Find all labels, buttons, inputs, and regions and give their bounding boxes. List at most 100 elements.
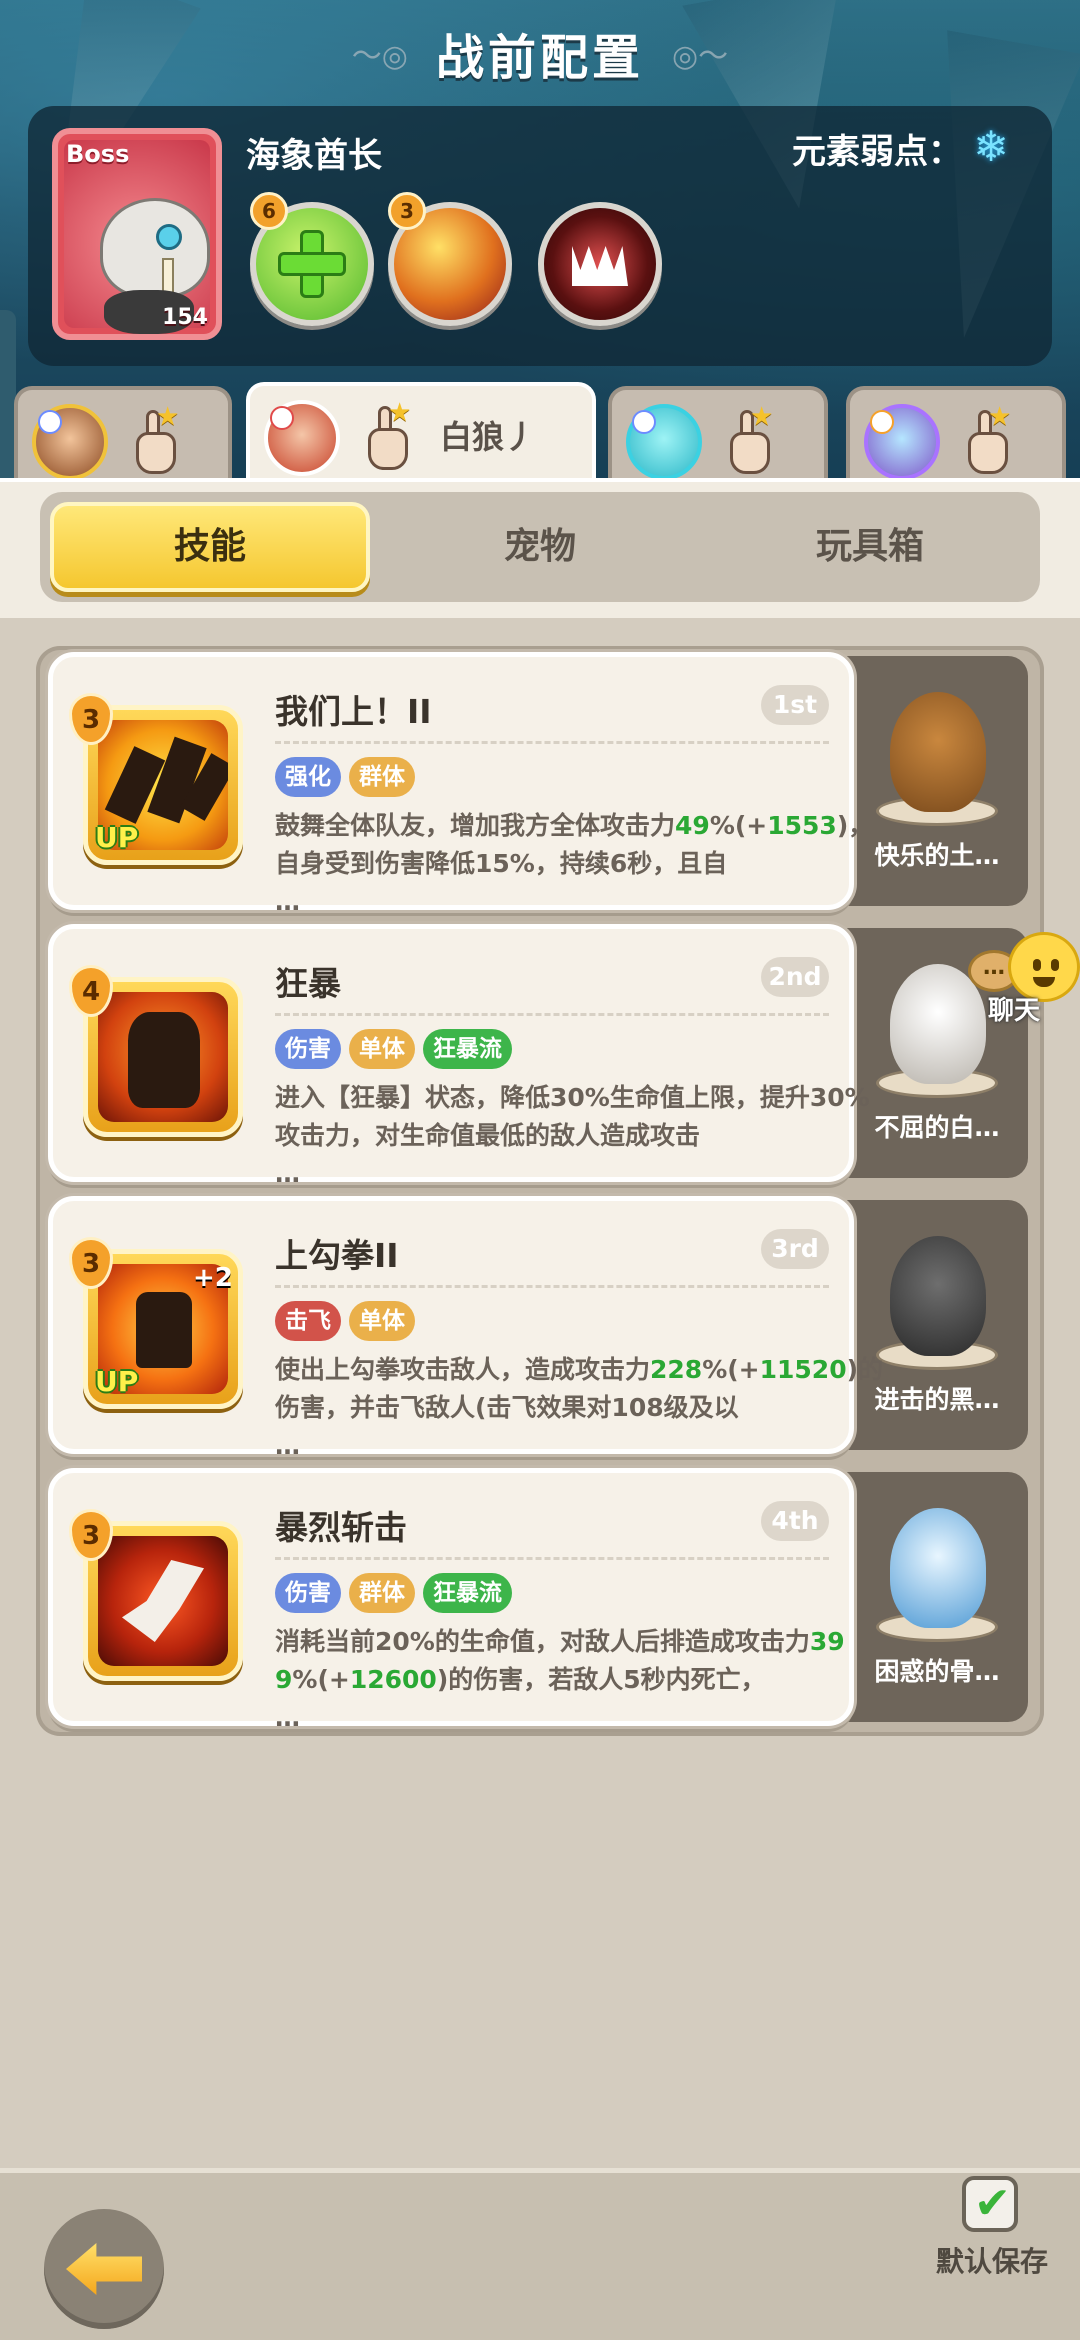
skill-tag: 单体 [349, 1029, 415, 1069]
desc-text: 鼓舞全体队友，增加我方全体攻击力 [275, 811, 676, 840]
character-avatar [626, 404, 702, 480]
desc-value: 1553 [767, 811, 837, 840]
skill-order: 4th [761, 1501, 829, 1541]
default-save-checkbox[interactable]: ✔ [962, 2176, 1018, 2232]
snowflake-icon[interactable]: ❄ [968, 124, 1014, 170]
emoji-mouth [1033, 977, 1055, 987]
desc-value: 228 [650, 1355, 703, 1384]
skill-level-badge: 3 [388, 192, 426, 230]
skill-tag: 强化 [275, 757, 341, 797]
skill-order: 2nd [761, 957, 829, 997]
element-weakness-label: 元素弱点： [792, 132, 962, 172]
skill-title: 上勾拳II [275, 1236, 399, 1275]
desc-text: 使出上勾拳攻击敌人，造成攻击力 [275, 1355, 651, 1384]
monster-maw-icon [572, 246, 628, 286]
up-badge: UP [95, 1365, 139, 1398]
boss-portrait [64, 140, 210, 334]
skill-tag: 群体 [349, 1573, 415, 1613]
boss-level: 154 [162, 305, 208, 330]
chat-label[interactable]: 聊天 [988, 990, 1040, 1027]
tab-pets[interactable]: 宠物 [380, 502, 700, 592]
element-badge-icon [632, 410, 656, 434]
tap-hand-palm [136, 432, 176, 474]
skill-tags: 伤害 群体 狂暴流 [275, 1573, 512, 1613]
divider [275, 741, 829, 744]
character-tab-1[interactable]: ★ [14, 386, 232, 486]
star-icon: ★ [988, 402, 1012, 432]
skill-tag: 群体 [349, 757, 415, 797]
desc-value: 12600 [349, 1665, 437, 1694]
emoji-eye [1033, 959, 1041, 971]
walrus-eye [156, 224, 182, 250]
boss-portrait-card[interactable]: Boss 154 [52, 128, 222, 340]
tab-skills[interactable]: 技能 [50, 502, 370, 592]
tap-hand-icon: ★ [358, 398, 414, 472]
divider [275, 1285, 829, 1288]
skill-tag: 击飞 [275, 1301, 341, 1341]
skill-tags: 强化 群体 [275, 757, 415, 797]
pet-figure [890, 692, 986, 812]
back-button[interactable] [44, 2209, 164, 2329]
berserk-silhouette [128, 1012, 200, 1108]
divider [275, 1557, 829, 1560]
skill-order: 3rd [761, 1229, 829, 1269]
desc-ellipsis: … [275, 1703, 300, 1732]
boss-skill-heal[interactable]: 6 [250, 192, 374, 326]
boss-skill-fire[interactable]: 3 [388, 192, 512, 326]
skill-card-2[interactable]: 4 狂暴 2nd 伤害 单体 狂暴流 进入【狂暴】状态，降低30%生命值上限，提… [48, 924, 870, 1188]
pet-figure [890, 1236, 986, 1356]
boss-panel: Boss 154 海象酋长 元素弱点： ❄ 6 3 [28, 106, 1052, 366]
walrus-chief-portrait [100, 198, 210, 298]
title-bar: 〜◎ 战前配置 ◎〜 [0, 18, 1080, 88]
skill-card-4[interactable]: 3 暴烈斩击 4th 伤害 群体 狂暴流 消耗当前20%的生命值，对敌人后排造成… [48, 1468, 854, 1732]
back-arrow-icon [66, 2243, 142, 2295]
tap-hand-palm [730, 432, 770, 474]
default-save-label[interactable]: 默认保存 [936, 2240, 1048, 2280]
desc-text: 进入【狂暴】状态，降低30%生命值上限，提升30%攻击力，对生命值最低的敌人造成… [275, 1083, 870, 1150]
checkmark-icon: ✔ [974, 2178, 1011, 2229]
skill-order: 1st [761, 685, 829, 725]
desc-ellipsis: … [275, 1159, 300, 1188]
axe-slash-skill-icon [98, 1536, 228, 1666]
swirl-ornament-icon: ◎〜 [672, 39, 729, 74]
element-badge-icon [38, 410, 62, 434]
desc-text: 消耗当前20%的生命值，对敌人后排造成攻击力 [275, 1627, 810, 1656]
skill-tag: 单体 [349, 1301, 415, 1341]
character-tab-2[interactable]: ★ 白狼丿 [246, 382, 596, 486]
desc-text: %(+ [702, 1355, 760, 1384]
element-badge-icon [870, 410, 894, 434]
desc-text: )的伤害，若敌人5秒内死亡， [436, 1665, 766, 1694]
skill-card-1[interactable]: 3 UP 我们上！II 1st 强化 群体 鼓舞全体队友，增加我方全体攻击力49… [48, 652, 873, 916]
character-avatar [32, 404, 108, 480]
character-tab-3[interactable]: ★ [608, 386, 828, 486]
skill-title: 狂暴 [275, 964, 341, 1003]
tab-toybox[interactable]: 玩具箱 [710, 502, 1030, 592]
skill-title: 我们上！II [275, 692, 432, 731]
up-badge: UP [95, 821, 139, 854]
tap-hand-icon: ★ [958, 402, 1014, 476]
desc-text: %(+ [709, 811, 768, 840]
boss-tag: Boss [66, 140, 130, 168]
skill-card-3[interactable]: 3 +2 UP 上勾拳II 3rd 击飞 单体 使出上勾拳攻击敌人，造成攻击力2… [48, 1196, 883, 1460]
heal-plus-icon-bar [278, 252, 346, 276]
pet-figure [890, 1508, 986, 1628]
tap-hand-icon: ★ [126, 402, 182, 476]
boss-name: 海象酋长 [246, 136, 382, 176]
skill-description: 消耗当前20%的生命值，对敌人后排造成攻击力399%(+12600)的伤害，若敌… [275, 1623, 885, 1737]
element-badge-icon [270, 406, 294, 430]
skill-tags: 伤害 单体 狂暴流 [275, 1029, 512, 1069]
tap-hand-palm [368, 428, 408, 470]
boss-skill-maw[interactable] [538, 202, 662, 326]
star-icon: ★ [750, 402, 774, 432]
tap-hand-palm [968, 432, 1008, 474]
character-name: 白狼丿 [440, 418, 537, 456]
skill-description: 使出上勾拳攻击敌人，造成攻击力228%(+11520)的伤害，并击飞敌人(击飞效… [275, 1351, 885, 1465]
skill-tag: 伤害 [275, 1029, 341, 1069]
skill-tag: 伤害 [275, 1573, 341, 1613]
axe-blade-icon [122, 1560, 204, 1642]
skill-title: 暴烈斩击 [275, 1508, 407, 1547]
skill-level-badge: 6 [250, 192, 288, 230]
tap-hand-icon: ★ [720, 402, 776, 476]
divider [275, 1013, 829, 1016]
character-tab-4[interactable]: ★ [846, 386, 1066, 486]
